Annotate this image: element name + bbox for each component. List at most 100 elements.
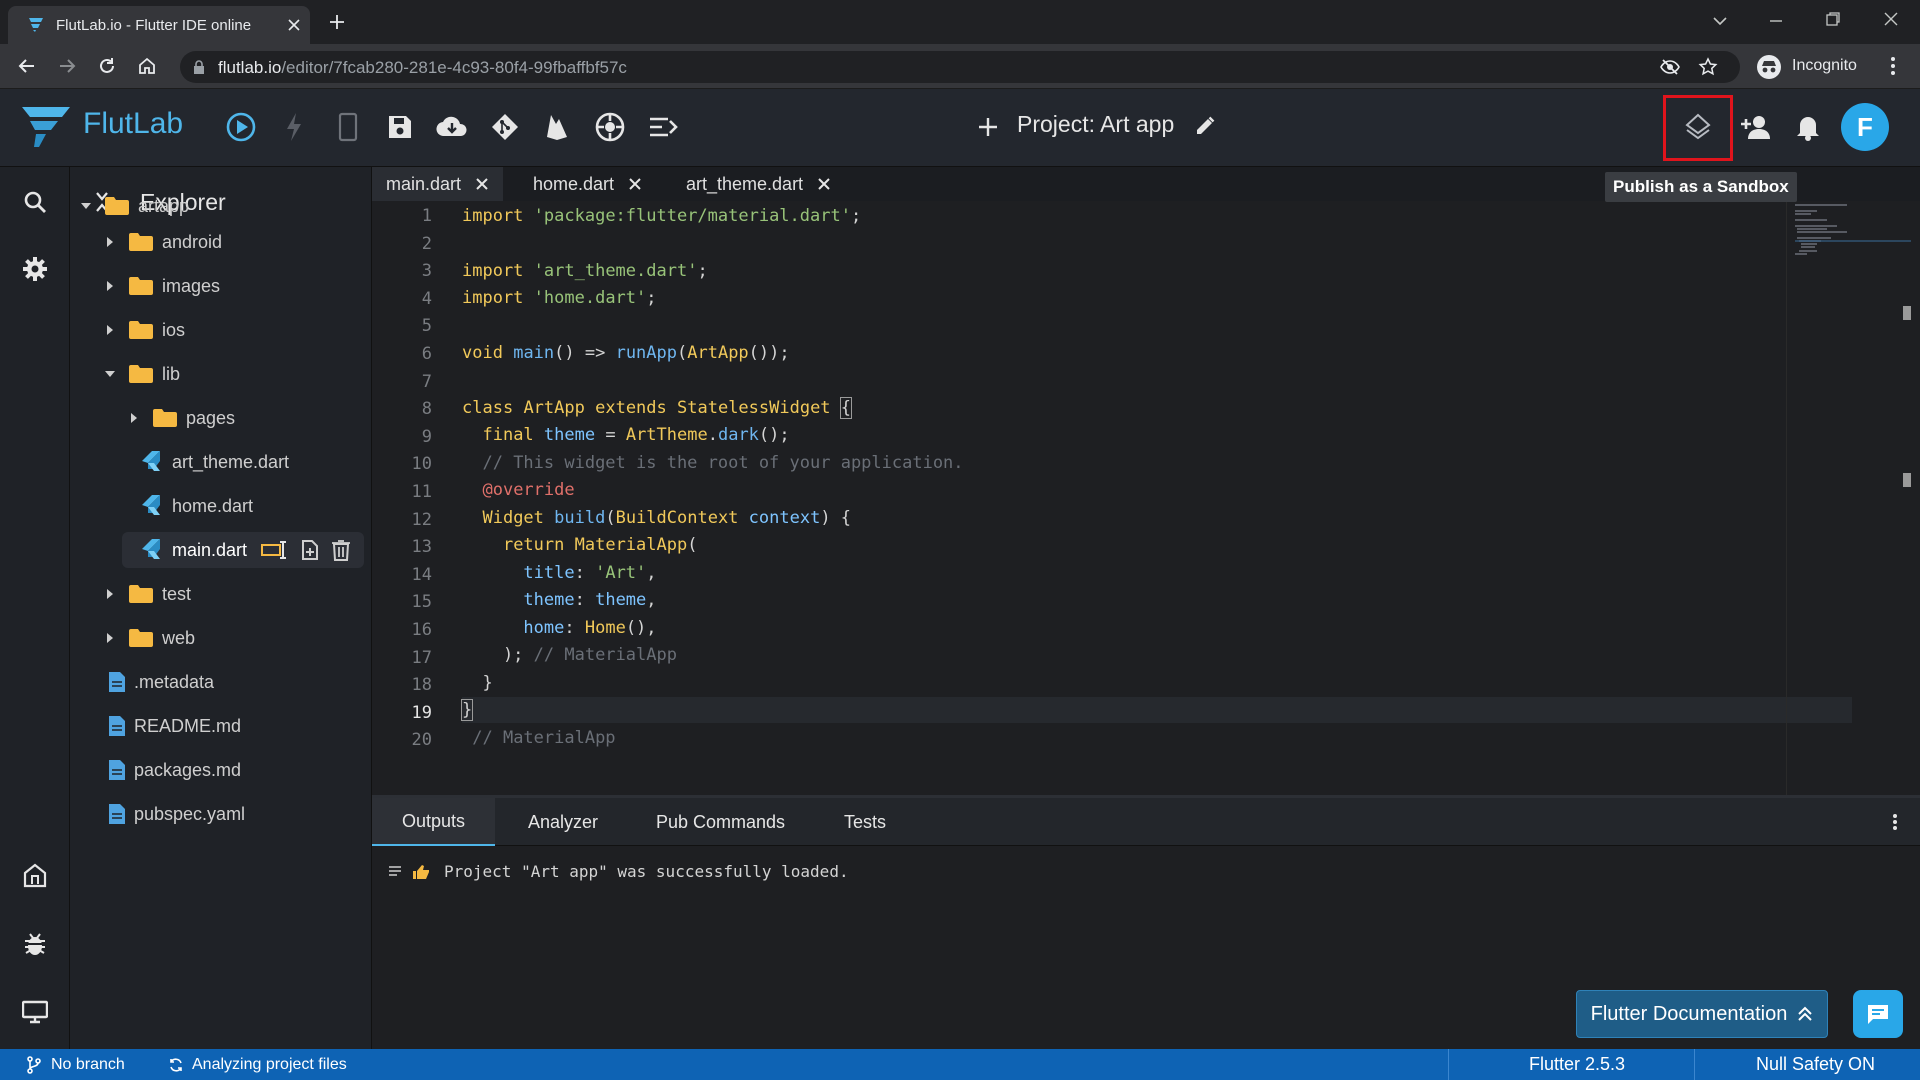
settings-wheel-icon[interactable]	[592, 109, 628, 145]
tree-label: test	[162, 583, 192, 604]
tree-row-main-dart[interactable]: main.dart	[122, 532, 364, 568]
publish-sandbox-highlight	[1663, 95, 1733, 161]
incognito-icon[interactable]	[1756, 54, 1782, 80]
device-icon[interactable]	[330, 109, 366, 145]
rename-file-icon[interactable]	[261, 540, 289, 560]
tab-search-chevron-icon[interactable]	[1712, 13, 1728, 29]
code-line: title: 'Art',	[523, 563, 657, 583]
user-avatar[interactable]: F	[1841, 103, 1889, 151]
folder-icon	[105, 197, 129, 215]
tab-main-dart[interactable]: main.dart	[372, 167, 504, 201]
tab-pub-commands[interactable]: Pub Commands	[626, 798, 815, 846]
tree-row-test[interactable]: test	[104, 576, 191, 612]
search-icon[interactable]	[17, 184, 53, 220]
folder-icon	[129, 321, 153, 339]
browser-menu-icon[interactable]	[1890, 55, 1896, 77]
close-tab-icon[interactable]	[475, 177, 489, 191]
tab-tests[interactable]: Tests	[814, 798, 916, 846]
tree-row-readme[interactable]: README.md	[108, 708, 241, 744]
chat-button[interactable]	[1853, 990, 1903, 1038]
tree-row-packages[interactable]: packages.md	[108, 752, 241, 788]
duplicate-file-icon[interactable]	[299, 539, 321, 561]
explorer-panel: Explorer artapp android images ios lib p…	[70, 167, 372, 1049]
file-icon	[109, 760, 125, 780]
new-tab-icon[interactable]	[328, 13, 346, 31]
tree-row-ios[interactable]: ios	[104, 312, 185, 348]
format-code-icon[interactable]	[645, 109, 681, 145]
close-tab-icon[interactable]	[628, 177, 642, 191]
delete-file-trash-icon[interactable]	[331, 539, 351, 561]
add-collaborator-icon[interactable]	[1738, 109, 1774, 145]
cloud-download-icon[interactable]	[434, 109, 470, 145]
minimize-icon[interactable]	[1768, 13, 1784, 29]
tree-row-pubspec[interactable]: pubspec.yaml	[108, 796, 245, 832]
line-number: 8	[421, 399, 432, 420]
monitor-icon[interactable]	[17, 994, 53, 1030]
code-line: // MaterialApp	[472, 728, 616, 748]
git-icon[interactable]	[487, 109, 523, 145]
tree-row-artapp[interactable]: artapp	[80, 188, 189, 224]
tree-row-android[interactable]: android	[104, 224, 222, 260]
line-number: 14	[411, 564, 432, 585]
tree-row-lib[interactable]: lib	[104, 356, 180, 392]
scrollbar-marker[interactable]	[1903, 473, 1911, 487]
lock-icon[interactable]	[192, 59, 206, 75]
tree-row-art-theme-dart[interactable]: art_theme.dart	[128, 444, 289, 480]
caret-right-icon[interactable]	[128, 412, 140, 424]
tree-row-home-dart[interactable]: home.dart	[128, 488, 253, 524]
code-editor[interactable]: 1 2 3 4 5 6 7 8 9 10 11 12 13 14 15 16 17 18 19 20 import '…	[372, 201, 1920, 795]
tree-row-web[interactable]: web	[104, 620, 195, 656]
bottom-panel: Outputs Analyzer Pub Commands Tests Proj…	[372, 795, 1920, 1049]
caret-down-icon[interactable]	[104, 368, 116, 380]
caret-right-icon[interactable]	[104, 588, 116, 600]
add-icon[interactable]	[977, 116, 999, 138]
caret-down-icon[interactable]	[80, 200, 92, 212]
close-tab-icon[interactable]	[817, 177, 831, 191]
address-bar[interactable]: flutlab.io/editor/7fcab280-281e-4c93-80f…	[180, 51, 1740, 83]
home-icon[interactable]	[137, 56, 157, 76]
restore-icon[interactable]	[1825, 11, 1841, 27]
tab-analyzer[interactable]: Analyzer	[498, 798, 628, 846]
tracking-blocked-eye-icon[interactable]	[1660, 58, 1680, 76]
null-safety-status[interactable]: Null Safety ON	[1756, 1049, 1875, 1080]
debug-bug-icon[interactable]	[17, 926, 53, 962]
code-minimap[interactable]	[1786, 201, 1920, 795]
url-path: /editor/7fcab280-281e-4c93-80f4-99fbaffb…	[281, 58, 627, 77]
tree-label: pubspec.yaml	[134, 803, 246, 824]
caret-right-icon[interactable]	[104, 324, 116, 336]
settings-gear-icon[interactable]	[17, 251, 53, 287]
panel-menu-icon[interactable]	[1892, 813, 1898, 831]
folder-icon	[129, 629, 153, 647]
save-icon[interactable]	[382, 109, 418, 145]
reload-icon[interactable]	[97, 56, 117, 76]
tab-art-theme-dart[interactable]: art_theme.dart	[672, 167, 845, 201]
edit-pencil-icon[interactable]	[1194, 115, 1216, 137]
hot-reload-bolt-icon[interactable]	[276, 109, 312, 145]
tab-outputs[interactable]: Outputs	[372, 798, 496, 846]
flutlab-logo-icon[interactable]	[18, 105, 72, 149]
brand-name[interactable]: FlutLab	[83, 107, 183, 141]
tree-row-metadata[interactable]: .metadata	[108, 664, 214, 700]
close-tab-icon[interactable]	[288, 19, 300, 31]
branch-status[interactable]: No branch	[26, 1049, 125, 1080]
notifications-bell-icon[interactable]	[1790, 109, 1826, 145]
firebase-icon[interactable]	[539, 109, 575, 145]
caret-right-icon[interactable]	[104, 632, 116, 644]
forward-icon[interactable]	[57, 56, 77, 76]
caret-right-icon[interactable]	[104, 236, 116, 248]
bookmark-star-icon[interactable]	[1698, 57, 1718, 77]
run-icon[interactable]	[223, 109, 259, 145]
back-icon[interactable]	[17, 56, 37, 76]
browser-tab[interactable]: FlutLab.io - Flutter IDE online	[8, 6, 310, 44]
tree-row-images[interactable]: images	[104, 268, 220, 304]
tab-home-dart[interactable]: home.dart	[519, 167, 656, 201]
scrollbar-marker[interactable]	[1903, 306, 1911, 320]
tree-row-pages[interactable]: pages	[128, 400, 235, 436]
home-building-icon[interactable]	[17, 857, 53, 893]
caret-right-icon[interactable]	[104, 280, 116, 292]
tree-label: pages	[186, 407, 236, 428]
flutter-version[interactable]: Flutter 2.5.3	[1529, 1049, 1625, 1080]
close-window-icon[interactable]	[1883, 11, 1899, 27]
flutter-documentation-button[interactable]: Flutter Documentation	[1576, 990, 1828, 1038]
output-list-icon	[388, 865, 402, 877]
